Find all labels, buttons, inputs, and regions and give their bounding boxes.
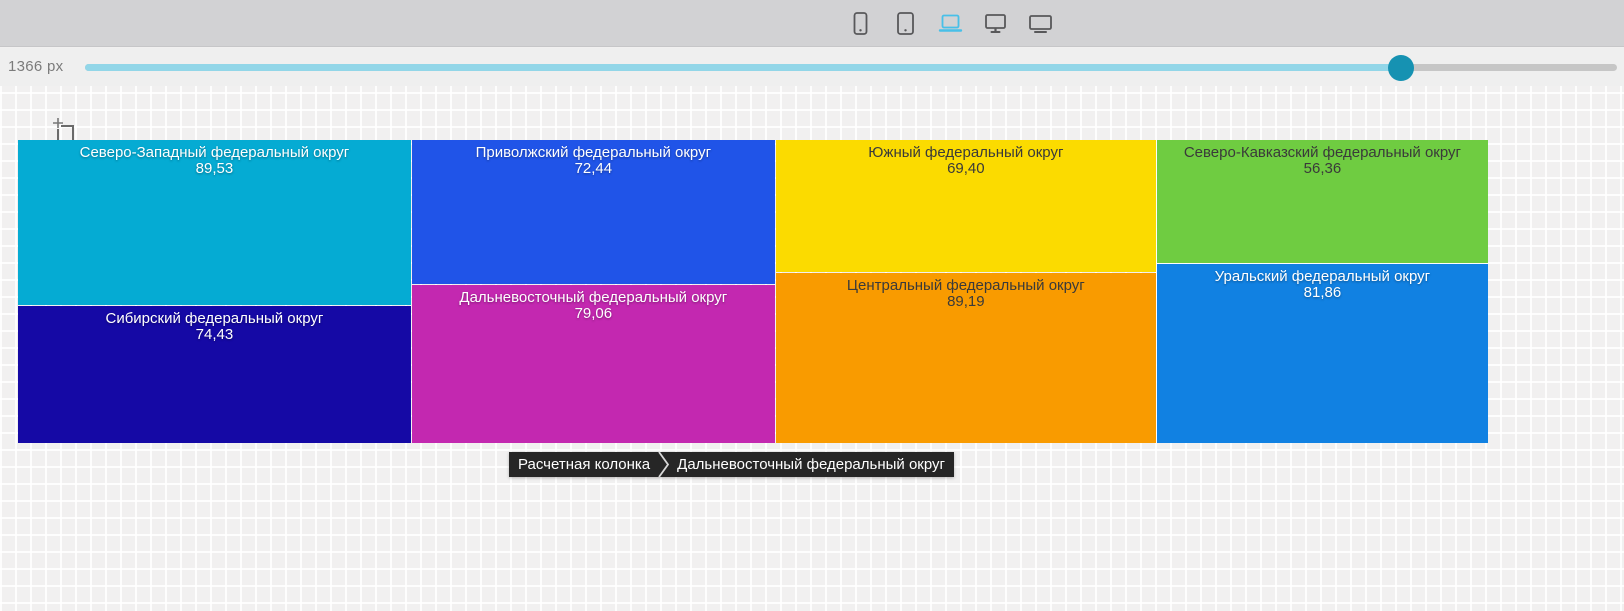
treemap-tile[interactable]: Приволжский федеральный округ72,44	[412, 140, 775, 284]
treemap-chart: Северо-Западный федеральный округ89,53Си…	[18, 140, 1488, 443]
canvas-width-label: 1366 px	[8, 58, 63, 75]
tile-label: Сибирский федеральный округ	[18, 311, 411, 327]
widescreen-display-icon	[1027, 10, 1054, 37]
phone-icon	[847, 10, 874, 37]
laptop-preview-button[interactable]	[936, 10, 964, 38]
tile-value: 74,43	[18, 327, 411, 344]
tile-label: Приволжский федеральный округ	[412, 145, 775, 161]
treemap-column: Южный федеральный округ69,40Центральный …	[776, 140, 1156, 443]
tile-label: Северо-Западный федеральный округ	[18, 145, 411, 161]
laptop-icon	[937, 10, 964, 37]
design-canvas[interactable]: Северо-Западный федеральный округ89,53Си…	[0, 86, 1624, 611]
tile-value: 89,53	[18, 161, 411, 178]
tile-label: Дальневосточный федеральный округ	[412, 290, 775, 306]
treemap-tile[interactable]: Северо-Западный федеральный округ89,53	[18, 140, 411, 305]
tile-value: 81,86	[1157, 285, 1488, 302]
device-selector	[846, 0, 1054, 47]
treemap-column: Северо-Западный федеральный округ89,53Си…	[18, 140, 411, 443]
chart-tooltip: Расчетная колонка Дальневосточный федера…	[509, 452, 954, 477]
tile-label: Северо-Кавказский федеральный округ	[1157, 145, 1488, 161]
width-slider-track[interactable]	[85, 64, 1617, 71]
desktop-monitor-icon	[982, 10, 1009, 37]
treemap-column: Северо-Кавказский федеральный округ56,36…	[1157, 140, 1488, 443]
app-root: 1366 px Северо-Западный федеральный окру…	[0, 0, 1624, 611]
desktop-preview-button[interactable]	[981, 10, 1009, 38]
tile-value: 72,44	[412, 161, 775, 178]
treemap-tile[interactable]: Центральный федеральный округ89,19	[776, 273, 1156, 443]
width-slider-thumb[interactable]	[1388, 55, 1414, 81]
widescreen-preview-button[interactable]	[1026, 10, 1054, 38]
tooltip-measure-label: Расчетная колонка	[509, 452, 659, 477]
treemap-tile[interactable]: Дальневосточный федеральный округ79,06	[412, 285, 775, 443]
tile-label: Уральский федеральный округ	[1157, 269, 1488, 285]
tile-value: 89,19	[776, 294, 1156, 311]
treemap-tile[interactable]: Сибирский федеральный округ74,43	[18, 306, 411, 443]
phone-preview-button[interactable]	[846, 10, 874, 38]
tile-value: 56,36	[1157, 161, 1488, 178]
treemap-column: Приволжский федеральный округ72,44Дальне…	[412, 140, 775, 443]
tile-value: 69,40	[776, 161, 1156, 178]
device-toolbar	[0, 0, 1624, 47]
tablet-icon	[892, 10, 919, 37]
width-slider-fill	[85, 64, 1401, 71]
treemap-tile[interactable]: Уральский федеральный округ81,86	[1157, 264, 1488, 443]
tooltip-category-value: Дальневосточный федеральный округ	[668, 452, 954, 477]
width-slider-row: 1366 px	[0, 48, 1624, 86]
tile-label: Центральный федеральный округ	[776, 278, 1156, 294]
treemap-tile[interactable]: Северо-Кавказский федеральный округ56,36	[1157, 140, 1488, 263]
tablet-preview-button[interactable]	[891, 10, 919, 38]
tile-value: 79,06	[412, 306, 775, 323]
tile-label: Южный федеральный округ	[776, 145, 1156, 161]
treemap-tile[interactable]: Южный федеральный округ69,40	[776, 140, 1156, 272]
